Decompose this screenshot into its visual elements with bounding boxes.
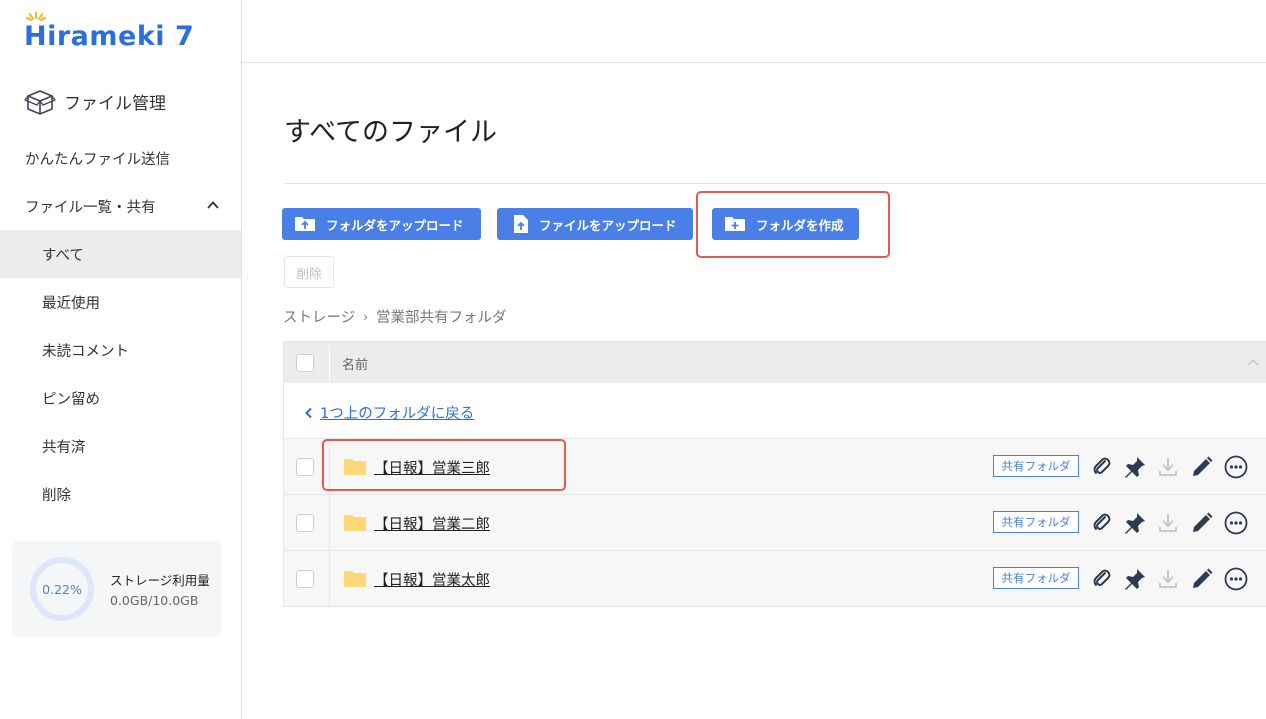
sidebar-item-file-list[interactable]: ファイル一覧・共有 — [0, 182, 241, 230]
sidebar-item-label: 最近使用 — [42, 295, 100, 312]
sidebar-item-shared[interactable]: 共有済 — [0, 422, 241, 470]
storage-usage-card: 0.22% ストレージ利用量 0.0GB/10.0GB — [12, 541, 222, 637]
delete-button[interactable]: 削除 — [284, 256, 334, 288]
chevron-up-icon[interactable] — [207, 199, 219, 211]
row-checkbox[interactable] — [296, 514, 314, 532]
breadcrumb: ストレージ › 営業部共有フォルダ — [283, 306, 507, 327]
brand-logo[interactable]: Hirameki 7 — [24, 12, 195, 54]
storage-amount: 0.0GB/10.0GB — [110, 593, 199, 608]
sidebar-item-unread-comments[interactable]: 未読コメント — [0, 326, 241, 374]
folder-upload-icon — [295, 217, 315, 231]
paperclip-icon[interactable] — [1090, 455, 1114, 479]
nav-file-management-label: ファイル管理 — [64, 93, 166, 114]
sidebar-item-label: かんたんファイル送信 — [25, 151, 170, 168]
select-all-checkbox[interactable] — [296, 354, 314, 372]
sidebar-item-label: 未読コメント — [42, 343, 129, 360]
table-header: 名前 — [284, 342, 1266, 383]
column-divider — [329, 551, 330, 607]
title-divider — [284, 183, 1266, 184]
breadcrumb-root[interactable]: ストレージ — [283, 306, 355, 327]
storage-usage-ring: 0.22% — [30, 557, 94, 621]
parent-folder-label: 1つ上のフォルダに戻る — [320, 406, 475, 422]
more-options-icon[interactable] — [1224, 455, 1248, 479]
nav-file-management[interactable]: ファイル管理 — [24, 86, 166, 116]
table-row[interactable]: 【日報】営業二郎 共有フォルダ — [284, 495, 1266, 551]
sidebar-item-recent[interactable]: 最近使用 — [0, 278, 241, 326]
upload-file-label: ファイルをアップロード — [539, 217, 677, 233]
brand-name: Hirameki 7 — [24, 21, 195, 52]
table-row[interactable]: 【日報】営業太郎 共有フォルダ — [284, 551, 1266, 607]
more-options-icon[interactable] — [1224, 567, 1248, 591]
upload-file-button[interactable]: ファイルをアップロード — [497, 208, 693, 240]
storage-title: ストレージ利用量 — [110, 573, 210, 588]
shared-folder-badge: 共有フォルダ — [993, 567, 1079, 589]
paperclip-icon[interactable] — [1090, 511, 1114, 535]
sidebar-item-deleted[interactable]: 削除 — [0, 470, 241, 518]
sidebar-item-label: すべて — [42, 247, 84, 264]
back-row: 1つ上のフォルダに戻る — [284, 383, 1266, 439]
sidebar-item-all[interactable]: すべて — [0, 230, 241, 278]
shared-folder-badge: 共有フォルダ — [993, 455, 1079, 477]
sparkle-icon — [26, 12, 46, 21]
download-icon[interactable] — [1156, 567, 1180, 591]
column-header-name[interactable]: 名前 — [342, 354, 368, 373]
file-upload-icon — [514, 215, 528, 233]
sidebar-item-pinned[interactable]: ピン留め — [0, 374, 241, 422]
row-checkbox[interactable] — [296, 458, 314, 476]
paperclip-icon[interactable] — [1090, 567, 1114, 591]
breadcrumb-current: 営業部共有フォルダ — [376, 310, 507, 326]
box-icon — [24, 90, 56, 115]
sidebar-item-label: 共有済 — [42, 439, 86, 456]
delete-label: 削除 — [296, 265, 322, 281]
app-root: Hirameki 7 ファイル管理 かんたんファイル送信 ファイル一覧・共有 す… — [0, 0, 1266, 719]
pencil-icon[interactable] — [1190, 511, 1214, 535]
more-options-icon[interactable] — [1224, 511, 1248, 535]
download-icon[interactable] — [1156, 511, 1180, 535]
highlight-first-folder — [322, 439, 566, 491]
folder-icon — [344, 571, 366, 587]
sidebar: Hirameki 7 ファイル管理 かんたんファイル送信 ファイル一覧・共有 す… — [0, 0, 242, 719]
shared-folder-badge: 共有フォルダ — [993, 511, 1079, 533]
download-icon[interactable] — [1156, 455, 1180, 479]
chevron-right-icon: › — [363, 309, 369, 324]
sidebar-item-label: ピン留め — [42, 391, 100, 408]
highlight-create-folder — [696, 191, 890, 258]
upload-folder-button[interactable]: フォルダをアップロード — [282, 208, 481, 240]
storage-percent: 0.22% — [42, 581, 82, 597]
row-checkbox[interactable] — [296, 570, 314, 588]
header-divider — [329, 346, 330, 383]
parent-folder-link[interactable]: 1つ上のフォルダに戻る — [304, 402, 474, 423]
column-divider — [329, 495, 330, 551]
pin-icon[interactable] — [1123, 455, 1147, 479]
folder-icon — [344, 515, 366, 531]
page-title: すべてのファイル — [284, 117, 498, 148]
sort-up-icon[interactable] — [1247, 357, 1259, 367]
pencil-icon[interactable] — [1190, 567, 1214, 591]
sidebar-item-label: ファイル一覧・共有 — [25, 199, 156, 216]
pin-icon[interactable] — [1123, 511, 1147, 535]
sidebar-item-label: 削除 — [42, 487, 71, 504]
upload-folder-label: フォルダをアップロード — [326, 217, 464, 233]
pencil-icon[interactable] — [1190, 455, 1214, 479]
sidebar-item-easy-send[interactable]: かんたんファイル送信 — [0, 134, 241, 182]
top-bar — [242, 0, 1266, 63]
folder-name-link[interactable]: 【日報】営業二郎 — [374, 513, 490, 534]
folder-name-link[interactable]: 【日報】営業太郎 — [374, 569, 490, 590]
pin-icon[interactable] — [1123, 567, 1147, 591]
chevron-left-icon — [305, 407, 312, 418]
